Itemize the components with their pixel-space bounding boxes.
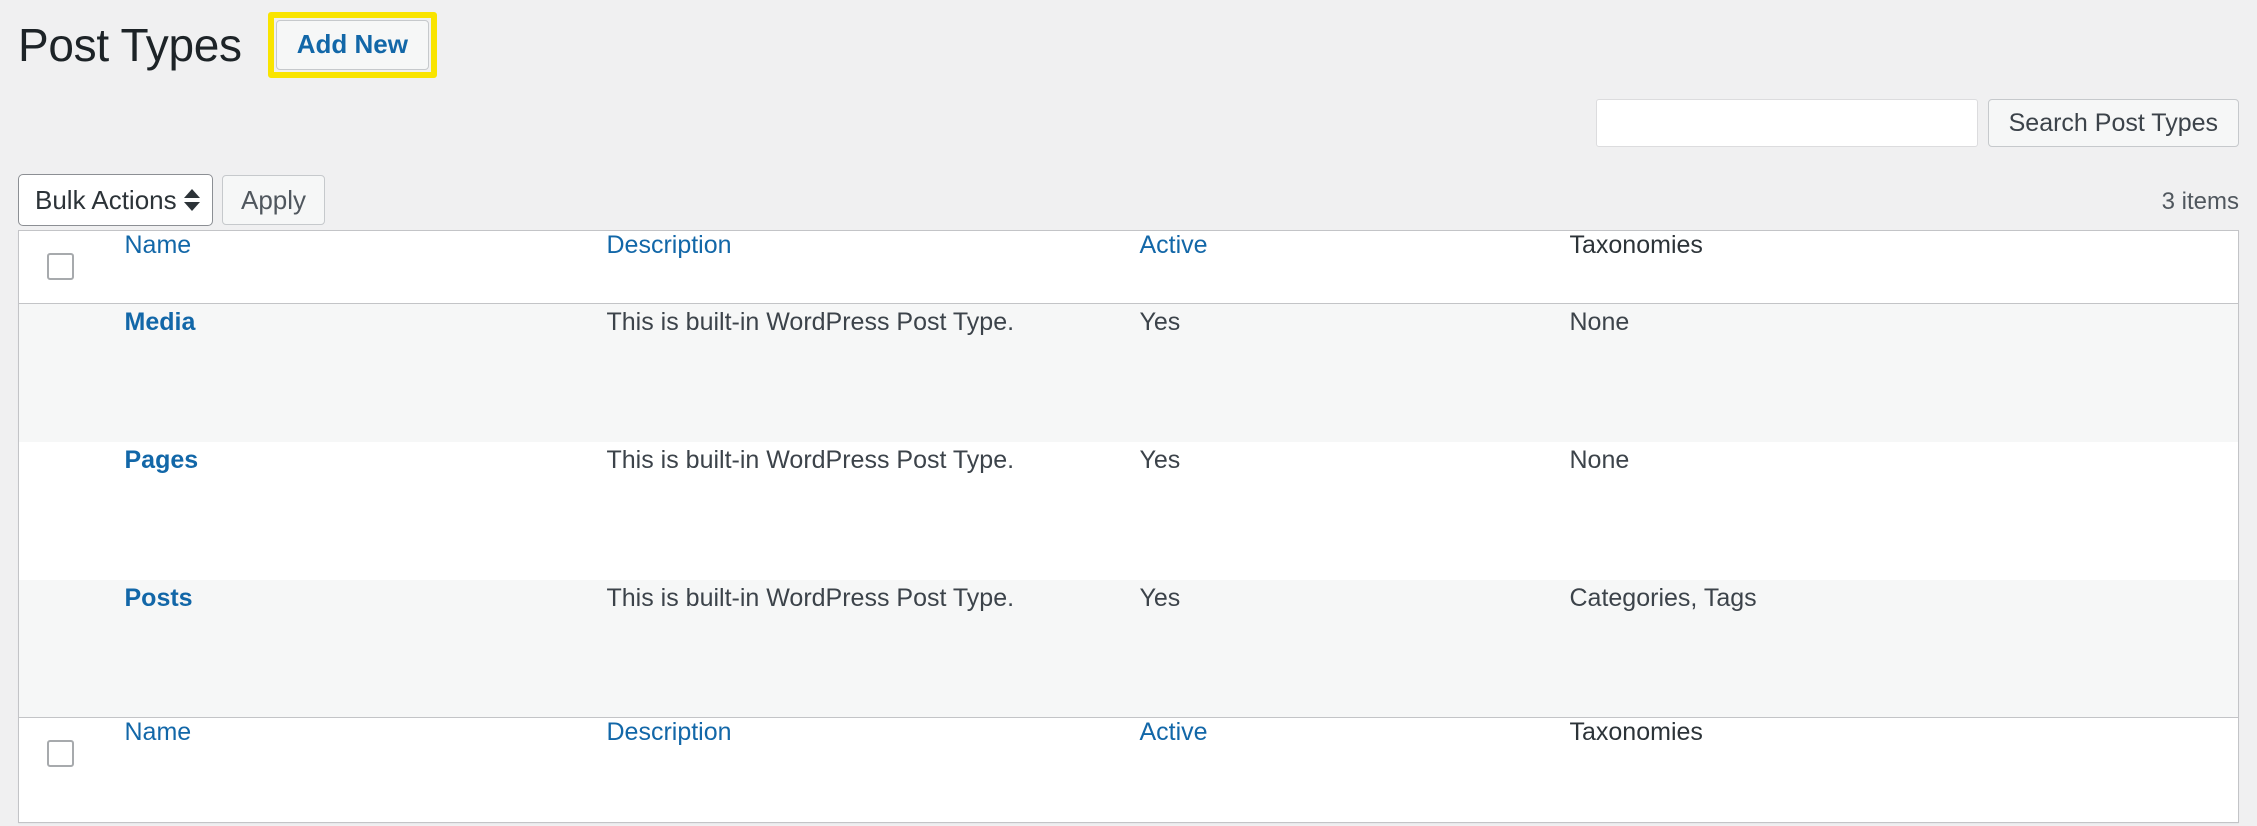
tablenav-top: Bulk Actions Apply 3 items [18, 174, 2239, 230]
select-all-footer-header [18, 717, 87, 823]
sort-link-active[interactable]: Active [1140, 231, 1208, 259]
row-checkbox-cell [19, 442, 87, 580]
page-header: Post Types Add New [18, 0, 2239, 79]
column-footer-description[interactable]: Description [606, 717, 1140, 823]
page-title: Post Types [18, 19, 242, 71]
row-taxonomies-cell: Categories, Tags [1569, 583, 1757, 612]
search-box: Search Post Types [1595, 99, 2239, 147]
row-description-cell: This is built-in WordPress Post Type. [606, 445, 1015, 474]
sort-link-description[interactable]: Description [607, 231, 732, 259]
post-type-link-media[interactable]: Media [125, 308, 196, 336]
select-all-checkbox[interactable] [47, 253, 74, 280]
sort-link-active-footer[interactable]: Active [1140, 718, 1208, 746]
column-footer-name[interactable]: Name [86, 717, 607, 823]
select-all-checkbox-footer[interactable] [47, 740, 74, 767]
column-footer-taxonomies: Taxonomies [1569, 717, 2239, 823]
bulk-actions-select[interactable]: Bulk Actions [18, 174, 213, 226]
row-name-cell: Posts [87, 580, 607, 718]
bulk-actions-label: Bulk Actions [35, 184, 177, 215]
row-name-cell: Media [87, 304, 607, 442]
row-checkbox-cell [19, 304, 87, 442]
table-row: Media This is built-in WordPress Post Ty… [18, 303, 2239, 442]
table-head: Name Description Active Taxonomies [18, 230, 2239, 304]
sort-link-description-footer[interactable]: Description [607, 718, 732, 746]
table-foot: Name Description Active Taxonomies [18, 717, 2239, 823]
search-input[interactable] [1595, 99, 1978, 147]
sort-link-name-footer[interactable]: Name [125, 718, 192, 746]
column-header-taxonomies: Taxonomies [1569, 230, 2239, 304]
row-active-cell: Yes [1139, 308, 1181, 336]
column-footer-active[interactable]: Active [1139, 717, 1570, 823]
row-name-cell: Pages [87, 442, 607, 580]
post-types-table: Name Description Active Taxonomies Media [18, 230, 2239, 823]
table-row: Posts This is built-in WordPress Post Ty… [18, 579, 2239, 718]
apply-button[interactable]: Apply [222, 175, 326, 225]
column-header-name[interactable]: Name [86, 230, 607, 304]
select-arrows-icon [183, 189, 200, 211]
row-description-cell: This is built-in WordPress Post Type. [606, 308, 1015, 336]
row-active-cell: Yes [1139, 445, 1181, 474]
row-taxonomies-cell: None [1569, 445, 1630, 474]
table-footer-row: Name Description Active Taxonomies [18, 717, 2239, 823]
column-header-active[interactable]: Active [1139, 230, 1570, 304]
column-label-taxonomies-footer: Taxonomies [1569, 718, 1703, 746]
row-active-cell: Yes [1139, 583, 1181, 612]
items-count: 3 items [2161, 188, 2239, 215]
row-description-cell: This is built-in WordPress Post Type. [606, 583, 1015, 612]
table-row: Pages This is built-in WordPress Post Ty… [18, 441, 2239, 580]
sort-link-name[interactable]: Name [125, 231, 192, 259]
row-checkbox-cell [19, 580, 87, 718]
add-new-focus-ring: Add New [267, 11, 437, 79]
column-header-description[interactable]: Description [606, 230, 1140, 304]
search-submit-button[interactable]: Search Post Types [1987, 99, 2239, 147]
select-all-header [18, 230, 87, 304]
table-header-row: Name Description Active Taxonomies [18, 230, 2239, 304]
post-type-link-posts[interactable]: Posts [125, 584, 193, 612]
post-type-link-pages[interactable]: Pages [125, 446, 199, 474]
post-types-page: Post Types Add New Search Post Types Bul… [0, 0, 2257, 826]
add-new-button[interactable]: Add New [275, 19, 429, 71]
table-body: Media This is built-in WordPress Post Ty… [18, 303, 2239, 718]
row-taxonomies-cell: None [1569, 308, 1630, 336]
column-label-taxonomies: Taxonomies [1569, 231, 1703, 259]
